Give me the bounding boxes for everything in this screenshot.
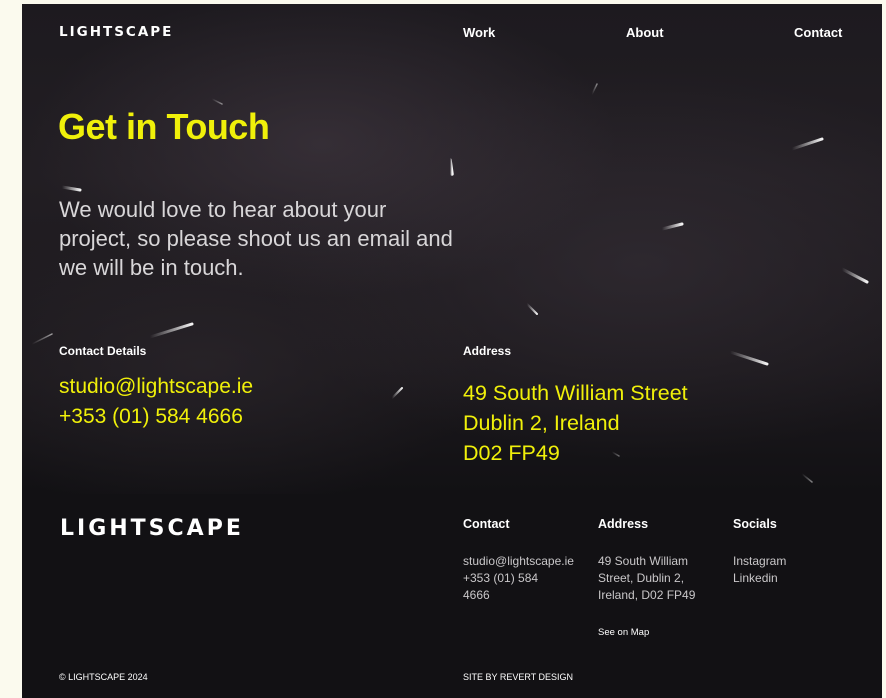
footer-contact-heading: Contact [463, 517, 510, 531]
address-line-street: 49 South William Street [463, 381, 688, 405]
instagram-link[interactable]: Instagram [733, 553, 786, 570]
phone-link[interactable]: +353 (01) 584 4666 [59, 405, 243, 429]
email-link[interactable]: studio@lightscape.ie [59, 375, 253, 399]
address-line-city: Dublin 2, Ireland [463, 411, 620, 435]
intro-text: We would love to hear about your project… [59, 197, 453, 280]
copyright-text: © LIGHTSCAPE 2024 [59, 672, 148, 682]
footer-address-heading: Address [598, 517, 649, 531]
page: LIGHTSCAPE Work About Contact Get in Tou… [22, 4, 882, 698]
address-line-postcode: D02 FP49 [463, 441, 560, 465]
site-credit-link[interactable]: SITE BY REVERT DESIGN [463, 672, 573, 682]
nav-about-link[interactable]: About [626, 25, 664, 40]
footer-logo[interactable]: LIGHTSCAPE [60, 516, 244, 541]
address-label: Address [463, 344, 512, 358]
footer-phone-link[interactable]: +353 (01) 584 4666 [463, 570, 553, 604]
contact-details-label: Contact Details [59, 344, 147, 358]
footer-socials-heading: Socials [733, 517, 777, 531]
see-on-map-link[interactable]: See on Map [598, 627, 649, 638]
footer-address-text: 49 South William Street, Dublin 2, Irela… [598, 554, 696, 602]
nav-contact-link[interactable]: Contact [794, 25, 842, 40]
nav-work-link[interactable]: Work [463, 25, 495, 40]
page-title: Get in Touch [58, 106, 270, 147]
header-logo[interactable]: LIGHTSCAPE [59, 24, 173, 40]
footer-email-link[interactable]: studio@lightscape.ie [463, 553, 574, 570]
linkedin-link[interactable]: Linkedin [733, 570, 778, 587]
